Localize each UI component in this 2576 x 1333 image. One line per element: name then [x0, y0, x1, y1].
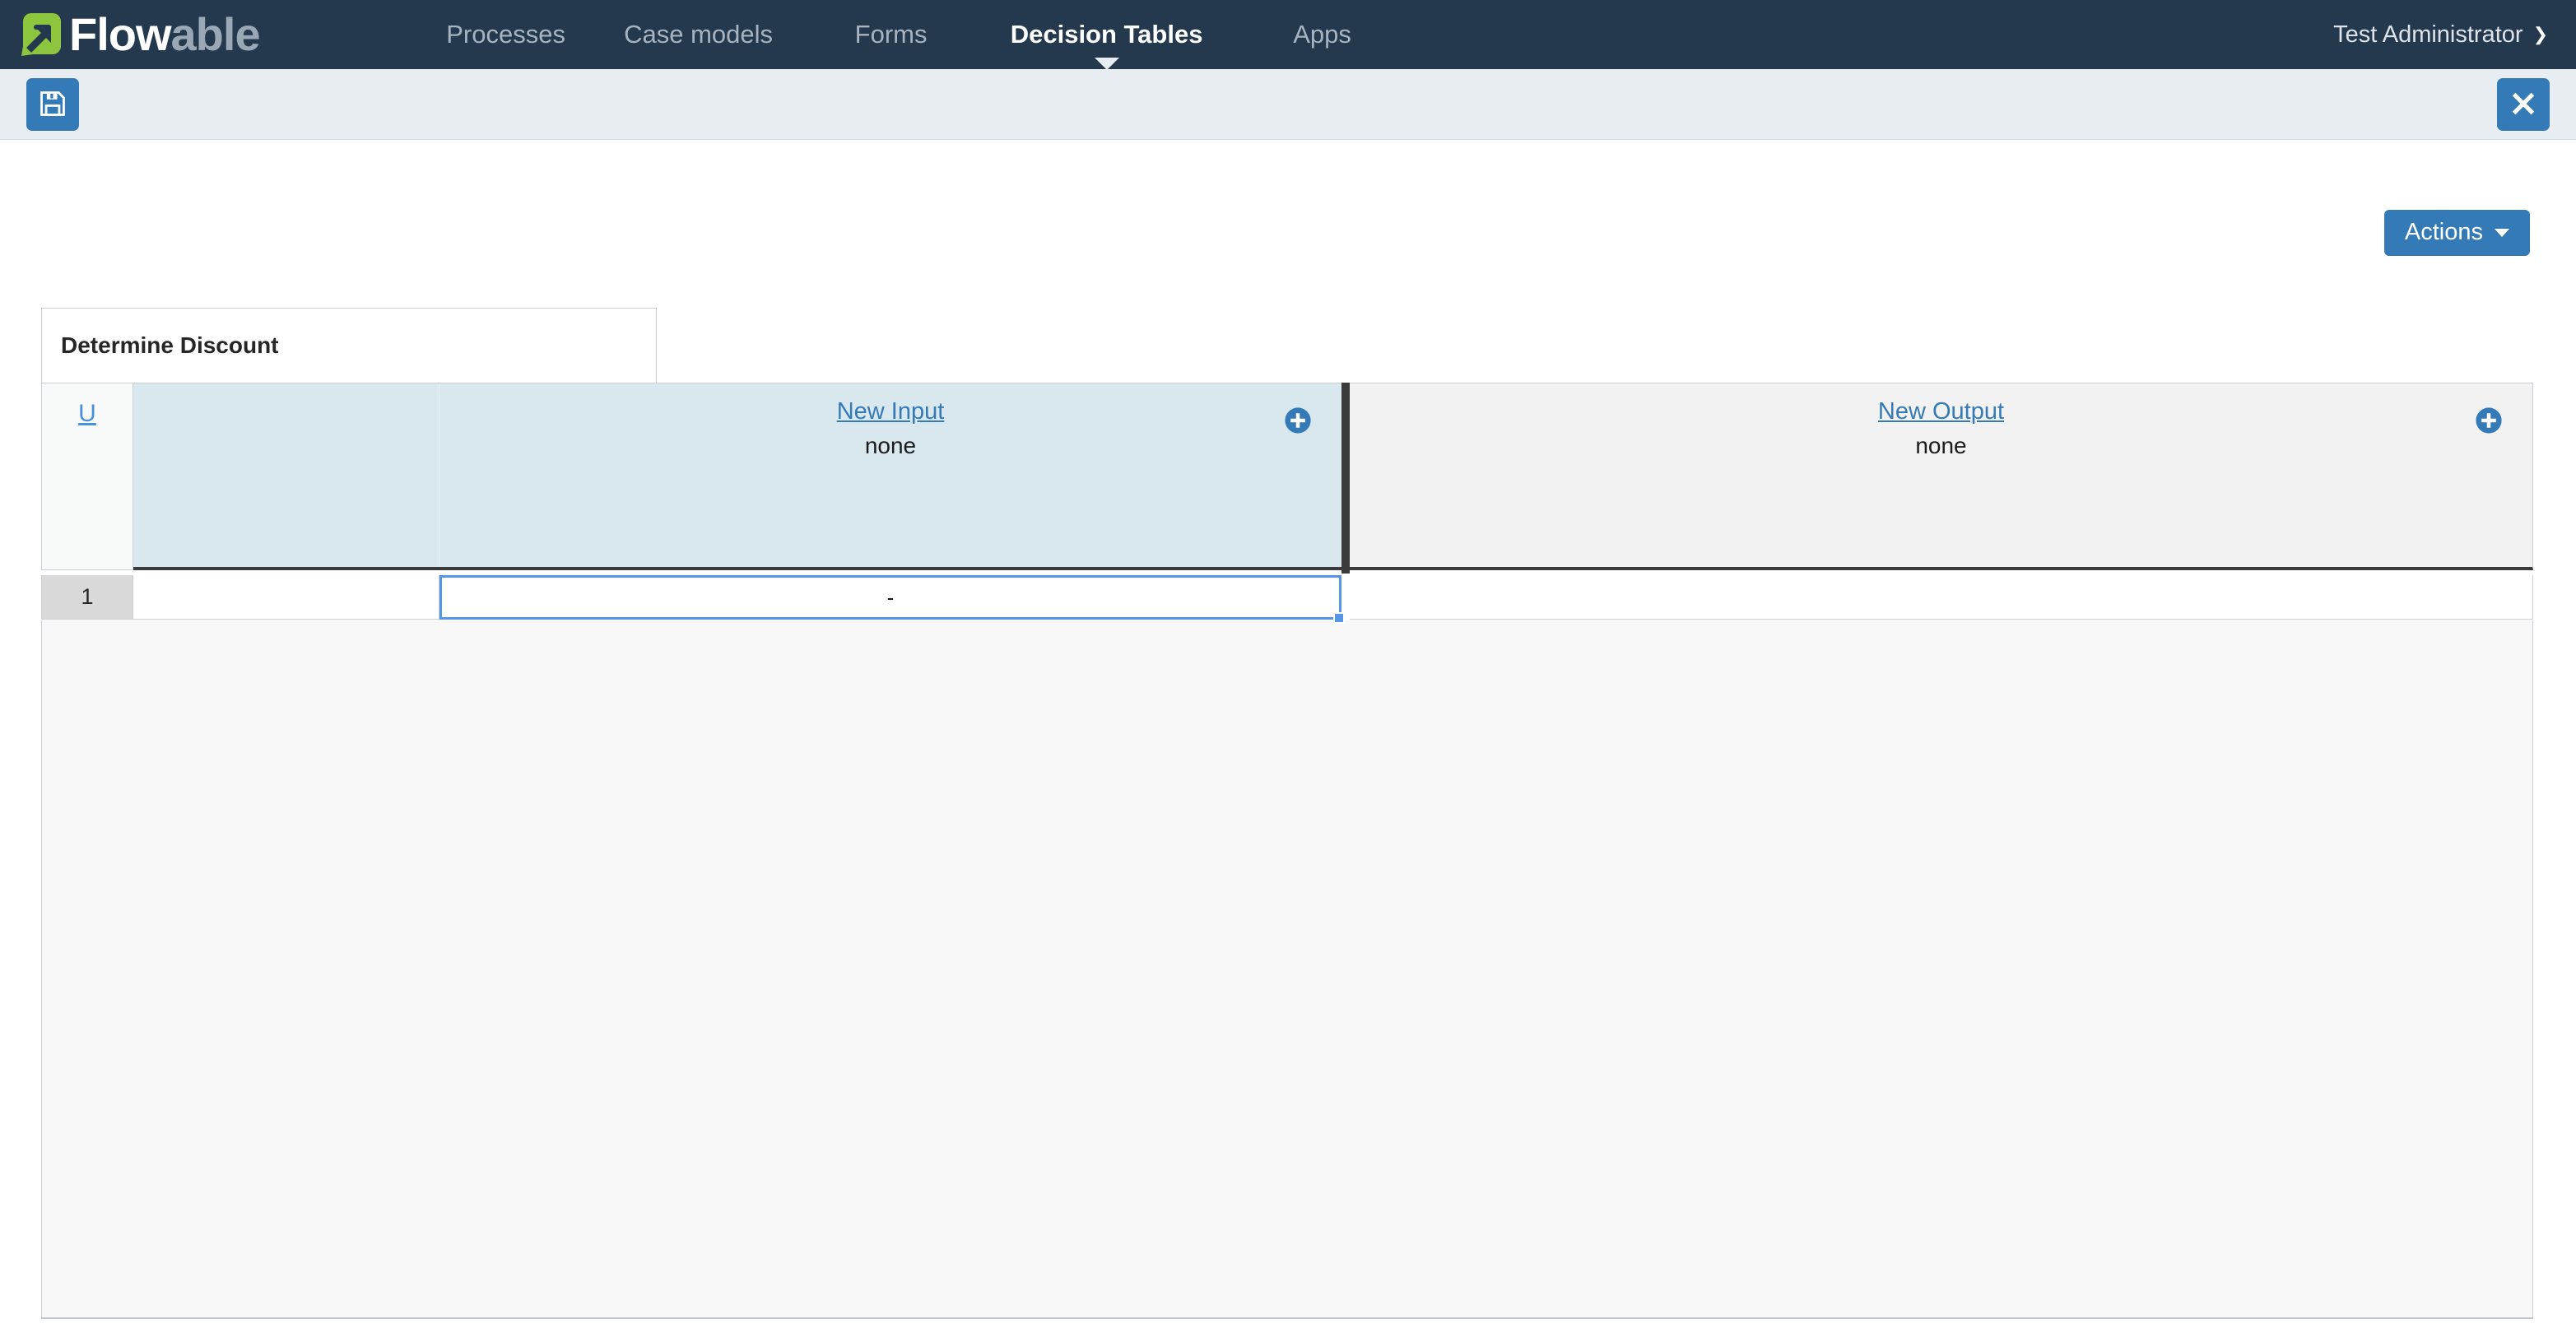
nav-item-label: Case models [624, 20, 774, 49]
row-cell-input-spacer[interactable] [133, 575, 439, 620]
brand-word-secondary: able [170, 8, 261, 60]
chevron-down-icon: ❯ [2532, 24, 2548, 44]
flowable-arrow-logo [20, 12, 66, 58]
decision-table-header-row: U New Input none New Output none [41, 383, 2533, 574]
close-editor-button[interactable] [2497, 78, 2550, 131]
brand-logo[interactable]: Flowable [20, 0, 261, 69]
output-columns-group[interactable]: New Output none [1350, 383, 2533, 570]
add-input-column-plus-circle-icon[interactable] [1284, 406, 1312, 434]
nav-item-processes[interactable]: Processes [410, 0, 602, 69]
input-output-divider [1341, 383, 1350, 574]
user-menu-label: Test Administrator [2333, 21, 2523, 48]
active-tab-caret-icon [1094, 58, 1119, 70]
top-navbar: Flowable Processes Case models Forms Dec… [0, 0, 2576, 70]
nav-item-apps[interactable]: Apps [1226, 0, 1419, 69]
row-cell-input-value: - [886, 584, 895, 610]
table-row: 1 - [41, 575, 2533, 624]
decision-table-empty-body [41, 620, 2533, 1319]
close-x-icon [2509, 89, 2538, 121]
input-column-type: none [864, 433, 917, 459]
brand-wordmark: Flowable [69, 12, 261, 58]
floppy-disk-save-icon [37, 88, 68, 122]
nav-item-label: Processes [446, 20, 565, 49]
nav-item-label: Forms [854, 20, 928, 49]
input-column-link[interactable]: New Input [837, 398, 945, 425]
input-column-new-input[interactable]: New Input none [439, 383, 1341, 567]
editor-toolbar [0, 69, 2576, 140]
row-cell-input-selected[interactable]: - [439, 575, 1345, 624]
decision-table-title[interactable]: Determine Discount [41, 308, 657, 383]
nav-item-label: Decision Tables [1010, 20, 1203, 49]
nav-item-decision-tables[interactable]: Decision Tables [988, 0, 1226, 70]
add-output-column-plus-circle-icon[interactable] [2475, 406, 2503, 434]
save-button[interactable] [26, 78, 79, 131]
nav-item-forms[interactable]: Forms [795, 0, 988, 69]
decision-table: Determine Discount U New Input none New … [41, 308, 2533, 1319]
actions-button-label: Actions [2404, 219, 2483, 245]
nav-item-label: Apps [1293, 20, 1351, 49]
user-menu[interactable]: Test Administrator ❯ [2333, 0, 2548, 69]
row-number-label: 1 [81, 584, 94, 609]
selection-fill-handle[interactable] [1333, 612, 1345, 624]
hit-policy-link[interactable]: U [78, 402, 96, 569]
output-column-link[interactable]: New Output [1878, 398, 2004, 425]
output-column-type: none [1915, 433, 1967, 459]
row-number-cell[interactable]: 1 [41, 575, 133, 620]
brand-word-primary: Flow [69, 8, 172, 60]
row-cell-output[interactable] [1350, 575, 2533, 620]
decision-table-title-text: Determine Discount [61, 332, 279, 358]
caret-down-icon [2495, 228, 2509, 237]
actions-row [0, 140, 2576, 225]
nav-item-case-models[interactable]: Case models [602, 0, 795, 69]
input-column-spacer [133, 383, 439, 567]
hit-policy-cell[interactable]: U [41, 383, 133, 570]
actions-button[interactable]: Actions [2383, 210, 2530, 256]
main-nav: Processes Case models Forms Decision Tab… [410, 0, 1419, 70]
input-columns-group: New Input none [133, 383, 1341, 570]
